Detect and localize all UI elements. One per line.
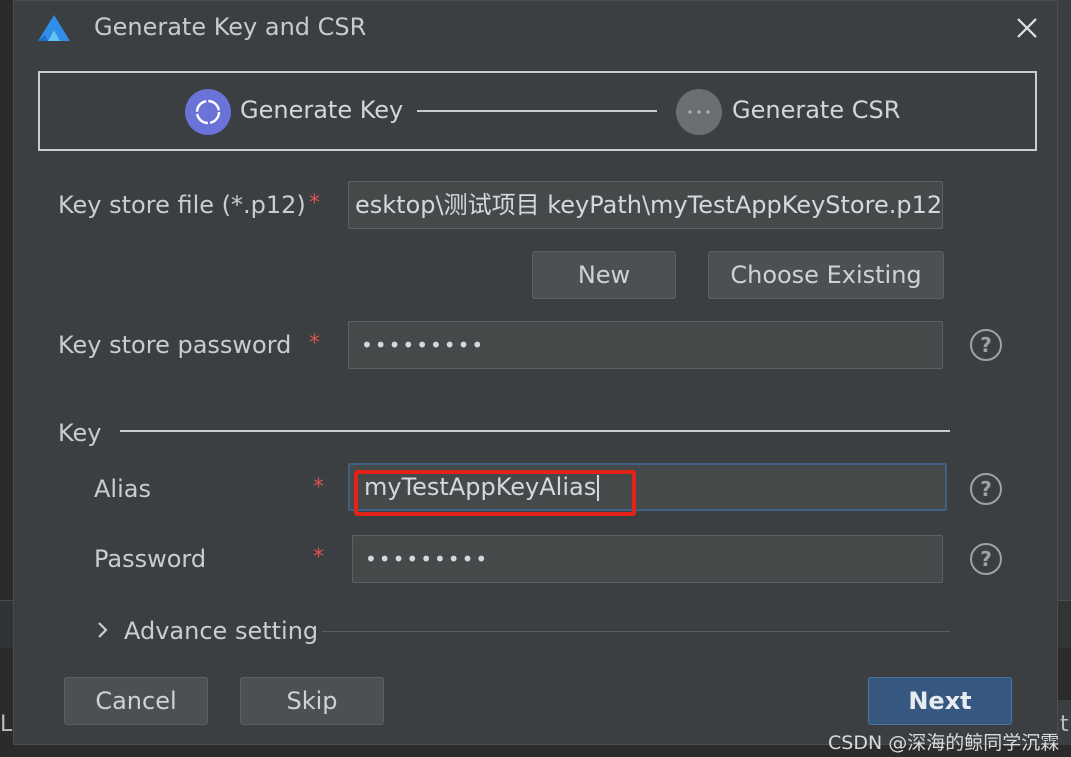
background-panel-strip bbox=[0, 600, 13, 648]
help-icon[interactable]: ? bbox=[970, 473, 1002, 505]
required-marker: * bbox=[313, 475, 324, 500]
wizard-stepper: Generate Key Generate CSR bbox=[38, 71, 1037, 151]
choose-existing-button[interactable]: Choose Existing bbox=[708, 251, 944, 299]
background-ide-left: L bbox=[0, 0, 13, 757]
key-section-divider bbox=[120, 430, 950, 432]
watermark-text: CSDN @深海的鲸同学沉霖 bbox=[828, 732, 1060, 754]
new-keystore-button[interactable]: New bbox=[532, 251, 676, 299]
background-panel-strip bbox=[1058, 600, 1071, 648]
required-marker: * bbox=[313, 545, 324, 570]
background-glyph: L bbox=[0, 712, 13, 737]
background-glyph: t bbox=[1060, 712, 1069, 737]
background-ide-right: t bbox=[1058, 0, 1071, 757]
keystore-file-input[interactable]: esktop\测试项目 keyPath\myTestAppKeyStore.p1… bbox=[348, 181, 943, 229]
key-password-label: Password bbox=[94, 545, 207, 573]
alias-input-value: myTestAppKeyAlias bbox=[364, 473, 597, 501]
required-marker: * bbox=[309, 331, 320, 356]
generate-key-dialog: Generate Key and CSR Generate Key Genera… bbox=[13, 0, 1058, 745]
chevron-right-icon[interactable] bbox=[96, 620, 110, 640]
advance-setting-divider bbox=[322, 631, 950, 632]
stepper-connector bbox=[417, 110, 657, 112]
skip-button[interactable]: Skip bbox=[240, 677, 384, 725]
alias-label: Alias bbox=[94, 475, 151, 503]
keystore-file-label: Key store file (*.p12) bbox=[58, 191, 306, 219]
cancel-button[interactable]: Cancel bbox=[64, 677, 208, 725]
key-password-field[interactable]: ••••••••• bbox=[352, 535, 943, 583]
keystore-password-field[interactable]: ••••••••• bbox=[348, 321, 943, 369]
help-icon[interactable]: ? bbox=[970, 543, 1002, 575]
step-generate-key: Generate Key bbox=[240, 96, 404, 124]
step-generate-csr: Generate CSR bbox=[732, 96, 901, 124]
step-pending-icon bbox=[676, 89, 722, 135]
close-icon[interactable] bbox=[1013, 14, 1041, 42]
advance-setting-toggle[interactable]: Advance setting bbox=[124, 617, 318, 645]
keystore-password-label: Key store password bbox=[58, 331, 292, 359]
key-section-label: Key bbox=[58, 419, 102, 447]
required-marker: * bbox=[309, 191, 320, 216]
dialog-titlebar: Generate Key and CSR bbox=[14, 1, 1057, 57]
next-button[interactable]: Next bbox=[868, 677, 1012, 725]
help-icon[interactable]: ? bbox=[970, 329, 1002, 361]
text-cursor bbox=[597, 475, 600, 501]
dialog-title: Generate Key and CSR bbox=[94, 13, 367, 41]
devstudio-logo-icon bbox=[38, 15, 70, 41]
step-active-icon bbox=[185, 89, 231, 135]
alias-input[interactable]: myTestAppKeyAlias bbox=[348, 463, 947, 511]
background-panel-strip bbox=[1058, 648, 1071, 700]
